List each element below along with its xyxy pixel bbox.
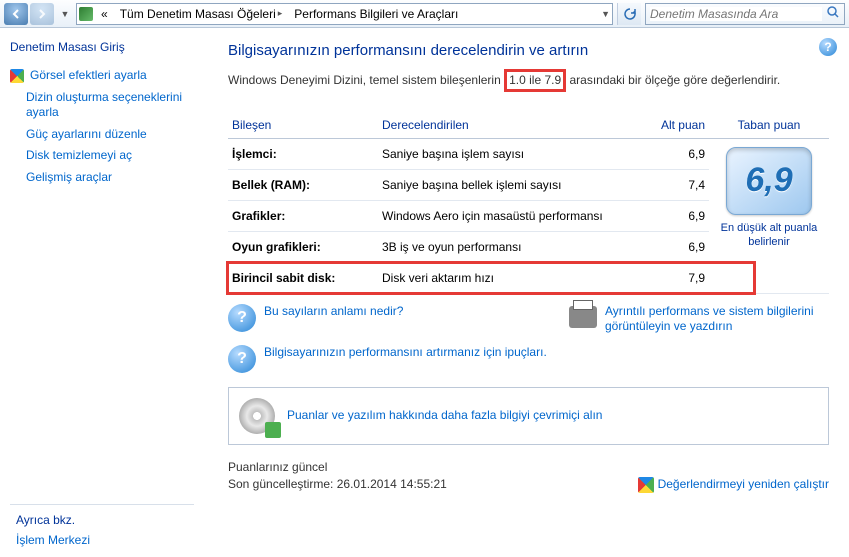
address-bar[interactable]: « Tüm Denetim Masası Öğeleri ▸ Performan… xyxy=(76,3,613,25)
question-icon: ? xyxy=(228,345,256,373)
scores-table: Bileşen Derecelendirilen Alt puan Taban … xyxy=(228,112,829,294)
nav-arrows xyxy=(4,3,54,25)
sidebar-home-link[interactable]: Denetim Masası Giriş xyxy=(10,40,194,54)
question-icon: ? xyxy=(228,304,256,332)
shield-icon xyxy=(10,69,24,83)
see-also-heading: Ayrıca bkz. xyxy=(16,513,194,527)
base-score-caption: En düşük alt puanla belirlenir xyxy=(713,221,825,250)
sidebar-item-advanced[interactable]: Gelişmiş araçlar xyxy=(26,170,194,186)
table-row: İşlemci: Saniye başına işlem sayısı 6,9 … xyxy=(228,138,829,169)
printer-icon xyxy=(569,306,597,328)
help-links-row-2: ? Bilgisayarınızın performansını artırma… xyxy=(228,345,829,373)
breadcrumb-segment-0[interactable]: Tüm Denetim Masası Öğeleri ▸ xyxy=(116,4,287,24)
col-base: Taban puan xyxy=(709,112,829,139)
location-icon xyxy=(79,7,93,21)
chevron-left-icon: « xyxy=(101,7,108,21)
cell-comp: Grafikler: xyxy=(228,200,378,231)
cell-sub: 7,4 xyxy=(639,169,709,200)
nav-forward-button[interactable] xyxy=(30,3,54,25)
col-subscore: Alt puan xyxy=(639,112,709,139)
see-also-action-center[interactable]: İşlem Merkezi xyxy=(16,533,194,549)
link-tips[interactable]: Bilgisayarınızın performansını artırmanı… xyxy=(264,345,547,373)
cell-comp: Oyun grafikleri: xyxy=(228,231,378,262)
titlebar: ▼ « Tüm Denetim Masası Öğeleri ▸ Perform… xyxy=(0,0,849,28)
cell-sub: 6,9 xyxy=(639,200,709,231)
content-area: Denetim Masası Giriş Görsel efektleri ay… xyxy=(0,28,849,557)
rerun-label: Değerlendirmeyi yeniden çalıştır xyxy=(658,477,829,493)
software-icon xyxy=(239,398,275,434)
cell-comp: Birincil sabit disk: xyxy=(228,262,378,293)
help-icon[interactable]: ? xyxy=(819,38,837,56)
status-row: Puanlarınız güncel Son güncelleştirme: 2… xyxy=(228,459,829,493)
status-uptodate: Puanlarınız güncel xyxy=(228,459,447,476)
main-panel: ? Bilgisayarınızın performansını derecel… xyxy=(204,28,849,557)
cell-rated: Disk veri aktarım hızı xyxy=(378,262,639,293)
sidebar-item-power[interactable]: Güç ayarlarını düzenle xyxy=(26,127,194,143)
nav-back-button[interactable] xyxy=(4,3,28,25)
intro-text: Windows Deneyimi Dizini, temel sistem bi… xyxy=(228,69,829,92)
chevron-right-icon: ▸ xyxy=(278,8,283,19)
status-text: Puanlarınız güncel Son güncelleştirme: 2… xyxy=(228,459,447,493)
cell-rated: Saniye başına işlem sayısı xyxy=(378,138,639,169)
nav-history-dropdown[interactable]: ▼ xyxy=(58,3,72,25)
base-score-cell: 6,9 En düşük alt puanla belirlenir xyxy=(709,138,829,293)
cell-sub: 6,9 xyxy=(639,231,709,262)
shield-icon xyxy=(638,477,654,493)
divider xyxy=(10,504,194,505)
link-group-print: Ayrıntılı performans ve sistem bilgileri… xyxy=(569,304,829,335)
base-score-value: 6,9 xyxy=(745,161,792,200)
breadcrumb-back[interactable]: « xyxy=(97,4,112,24)
sidebar-item-label: Görsel efektleri ayarla xyxy=(30,68,147,84)
search-box[interactable] xyxy=(645,3,845,25)
online-info-box: Puanlar ve yazılım hakkında daha fazla b… xyxy=(228,387,829,445)
breadcrumb-segment-1[interactable]: Performans Bilgileri ve Araçları xyxy=(290,4,462,24)
refresh-button[interactable] xyxy=(617,3,641,25)
link-online-info[interactable]: Puanlar ve yazılım hakkında daha fazla b… xyxy=(287,408,602,424)
link-print-details[interactable]: Ayrıntılı performans ve sistem bilgileri… xyxy=(605,304,829,335)
status-last-updated: Son güncelleştirme: 26.01.2014 14:55:21 xyxy=(228,476,447,493)
cell-sub: 6,9 xyxy=(639,138,709,169)
sidebar-item-indexing[interactable]: Dizin oluşturma seçeneklerini ayarla xyxy=(26,90,194,121)
rerun-assessment-link[interactable]: Değerlendirmeyi yeniden çalıştır xyxy=(638,477,829,493)
cell-sub: 7,9 xyxy=(639,262,709,293)
base-score-badge: 6,9 xyxy=(726,147,812,215)
sidebar: Denetim Masası Giriş Görsel efektleri ay… xyxy=(0,28,204,557)
link-group-q2: ? Bilgisayarınızın performansını artırma… xyxy=(228,345,829,373)
link-group-q1: ? Bu sayıların anlamı nedir? xyxy=(228,304,559,332)
cell-rated: Windows Aero için masaüstü performansı xyxy=(378,200,639,231)
search-icon[interactable] xyxy=(826,5,840,22)
cell-comp: İşlemci: xyxy=(228,138,378,169)
cell-rated: Saniye başına bellek işlemi sayısı xyxy=(378,169,639,200)
cell-rated: 3B iş ve oyun performansı xyxy=(378,231,639,262)
col-rated: Derecelendirilen xyxy=(378,112,639,139)
col-component: Bileşen xyxy=(228,112,378,139)
sidebar-item-disk-cleanup[interactable]: Disk temizlemeyi aç xyxy=(26,148,194,164)
link-meaning[interactable]: Bu sayıların anlamı nedir? xyxy=(264,304,403,332)
search-input[interactable] xyxy=(650,7,822,21)
address-dropdown-icon[interactable]: ▼ xyxy=(601,9,610,19)
page-title: Bilgisayarınızın performansını derecelen… xyxy=(228,42,829,59)
help-links-row: ? Bu sayıların anlamı nedir? Ayrıntılı p… xyxy=(228,304,829,335)
highlight-range: 1.0 ile 7.9 xyxy=(504,69,566,92)
cell-comp: Bellek (RAM): xyxy=(228,169,378,200)
sidebar-item-visual-effects[interactable]: Görsel efektleri ayarla xyxy=(10,68,194,84)
